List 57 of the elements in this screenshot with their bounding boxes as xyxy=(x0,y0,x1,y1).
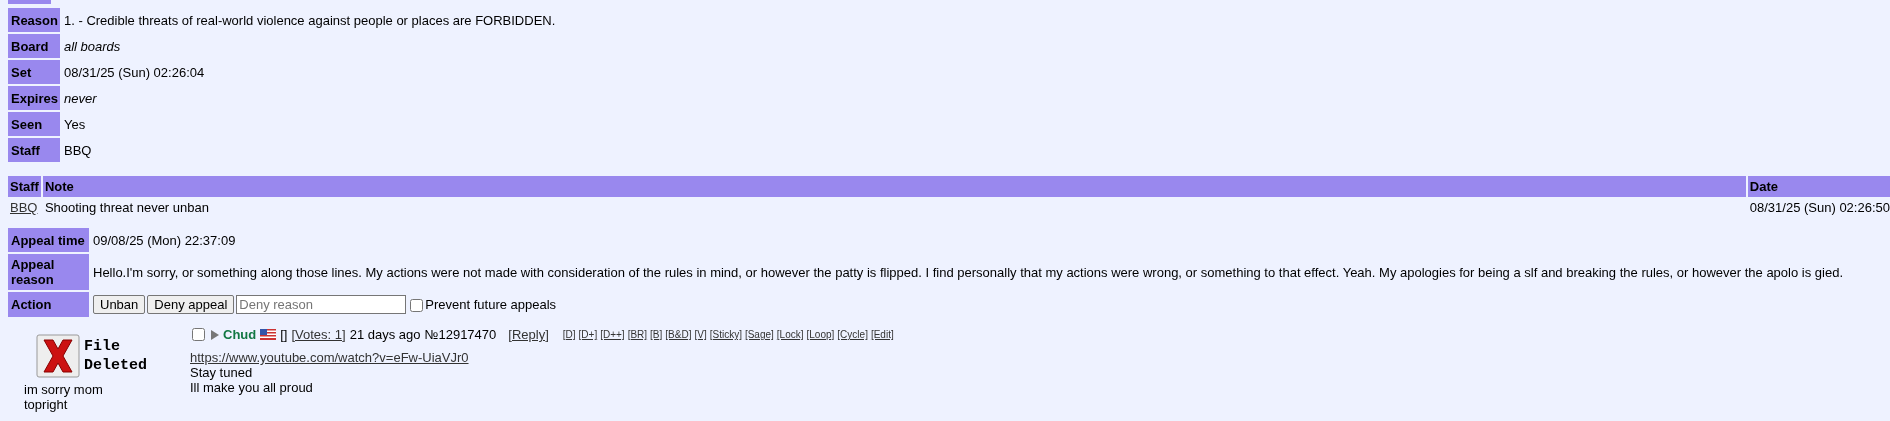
bracket-text: [] xyxy=(280,327,288,342)
field-label: Appeal reason xyxy=(8,254,89,290)
checkbox-label: Prevent future appeals xyxy=(425,297,557,312)
field-value: 08/31/25 (Sun) 02:26:04 xyxy=(63,63,206,82)
mod-link[interactable]: [B] xyxy=(650,329,663,340)
mod-link[interactable]: [V] xyxy=(694,329,707,340)
mod-link[interactable]: [BR] xyxy=(627,329,648,340)
deny-button[interactable]: Deny appeal xyxy=(147,295,235,314)
filename-text: topright xyxy=(24,397,69,412)
field-value: Yes xyxy=(63,115,87,134)
mod-link[interactable]: [B&D] xyxy=(665,329,692,340)
filename-text: im sorry mom xyxy=(24,382,104,397)
field-value: BBQ xyxy=(63,141,93,160)
unban-button[interactable]: Unban xyxy=(93,295,146,314)
field-label: Board xyxy=(8,34,60,58)
field-label: Set xyxy=(8,60,60,84)
video-link[interactable]: https://www.youtube.com/watch?v=eFw-UiaVJr0 xyxy=(190,350,894,365)
votes-link[interactable]: [Votes: 1] xyxy=(291,327,346,342)
mod-link[interactable]: [Sage] xyxy=(744,329,774,340)
mod-link[interactable]: [Lock] xyxy=(776,329,804,340)
expand-triangle-icon[interactable] xyxy=(211,329,219,340)
table-cell-text: 08/31/25 (Sun) 02:26:50 xyxy=(1748,199,1890,216)
checkbox[interactable] xyxy=(410,299,424,313)
field-label: Action xyxy=(8,292,89,317)
flag-icon xyxy=(260,329,277,340)
field-label: Expires xyxy=(8,86,60,110)
poster-name: Chud xyxy=(223,327,257,342)
field-value: all boards xyxy=(63,37,122,56)
field-label: Seen xyxy=(8,112,60,136)
field-value: 09/08/25 (Mon) 22:37:09 xyxy=(92,231,237,250)
column-header: Date xyxy=(1747,176,1890,197)
table-cell-text: Shooting threat never unban xyxy=(43,199,210,216)
field-label: Staff xyxy=(8,138,60,162)
deny-reason-field[interactable]: Deny reason xyxy=(236,295,407,314)
post-text: Stay tuned xyxy=(190,365,254,380)
mod-link[interactable]: [D++] xyxy=(600,329,625,340)
file-deleted-text: File Deleted xyxy=(84,337,148,375)
mod-link[interactable]: [D] xyxy=(562,329,576,340)
mod-link[interactable]: [Cycle] xyxy=(837,329,868,340)
deleted-x-icon xyxy=(36,334,80,378)
field-value: 1. - Credible threats of real-world violence against people or places are FORBIDDEN. xyxy=(63,11,557,30)
post-checkbox[interactable] xyxy=(192,328,205,341)
column-header: Note xyxy=(42,176,1746,197)
field-value: Hello.I'm sorry, or something along those lines. My actions were not made with consideration of the rules in mind, or however the patty is flipped. I find personally that my actions were wrong, or something to that effect. Yeah. My apologies for being a slf and breaking the rules, or however the apolo is gied. xyxy=(92,263,1843,282)
staff-link[interactable]: BBQ xyxy=(10,200,38,215)
post-age: 21 days ago xyxy=(349,327,421,342)
mod-link[interactable]: [Loop] xyxy=(806,329,835,340)
mod-link[interactable]: [Edit] xyxy=(870,329,894,340)
post-text: Ill make you all proud xyxy=(190,380,314,395)
mod-link[interactable]: [D+] xyxy=(578,329,598,340)
reply-link[interactable]: [Reply] xyxy=(508,327,549,342)
post-number: №12917470 xyxy=(424,327,497,342)
field-label: Appeal time xyxy=(8,228,89,252)
column-header: Staff xyxy=(8,176,41,197)
mod-link[interactable]: [Sticky] xyxy=(709,329,742,340)
field-value: never xyxy=(63,89,98,108)
field-label: Reason xyxy=(8,8,60,32)
